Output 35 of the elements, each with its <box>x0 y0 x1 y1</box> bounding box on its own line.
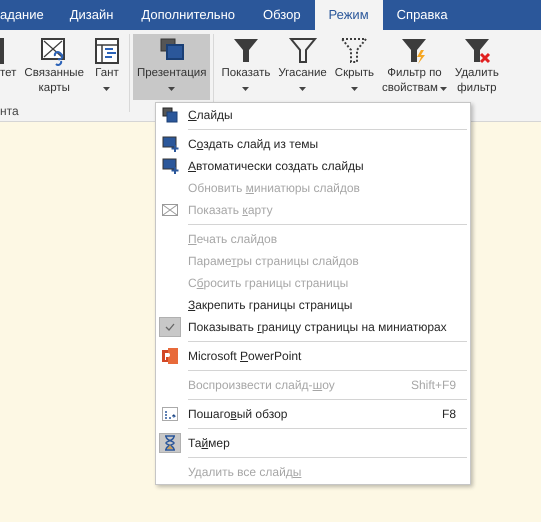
menu-item[interactable]: Показывать границу страницы на миниатюрах <box>156 316 470 338</box>
menu-item[interactable]: Microsoft PowerPoint <box>156 345 470 367</box>
menu-item[interactable]: Закрепить границы страницы <box>156 294 470 316</box>
group-label: нта <box>0 103 19 120</box>
ribbon-button[interactable]: Угасание <box>274 34 331 100</box>
ribbon-button[interactable]: Гант <box>88 34 126 100</box>
dotted-filter-icon <box>339 36 370 66</box>
ribbon-button[interactable]: Показать <box>217 34 274 100</box>
new-slide-icon <box>162 136 178 152</box>
ribbon-tab[interactable]: адание <box>0 0 56 30</box>
ribbon-button[interactable]: Фильтр по свойствам <box>378 34 451 100</box>
ribbon-button[interactable]: тет <box>0 34 16 100</box>
menu-item[interactable]: Таймер <box>156 432 470 454</box>
ribbon-tab[interactable]: Режим <box>314 0 383 30</box>
powerpoint-icon <box>162 348 178 364</box>
new-slide-icon <box>162 158 178 174</box>
ribbon-button[interactable]: Скрыть <box>330 34 378 100</box>
menu-item[interactable]: Создать слайд из темы <box>156 133 470 155</box>
hourglass-icon <box>164 435 176 451</box>
step-review-icon <box>162 407 178 421</box>
menu-item[interactable]: Автоматически создать слайды <box>156 155 470 177</box>
ribbon-tab[interactable]: Справка <box>382 0 462 30</box>
ribbon-button[interactable]: Удалить фильтр <box>450 34 503 100</box>
ribbon-button[interactable]: Презентация <box>132 34 210 100</box>
ribbon-tab[interactable]: Обзор <box>249 0 315 30</box>
map-icon <box>162 204 178 216</box>
menu-item[interactable]: Слайды <box>156 104 470 126</box>
ribbon-tab[interactable]: Дополнительно <box>127 0 249 30</box>
check-icon <box>165 323 175 331</box>
slides-icon <box>162 107 178 123</box>
menu-item[interactable]: Пошаговый обзор F8 <box>156 403 470 425</box>
ribbon-tab[interactable]: Дизайн <box>56 0 128 30</box>
ribbon-button[interactable]: Связанные карты <box>20 34 88 100</box>
bar-icon <box>0 38 4 64</box>
filter-outline-icon <box>288 36 318 66</box>
